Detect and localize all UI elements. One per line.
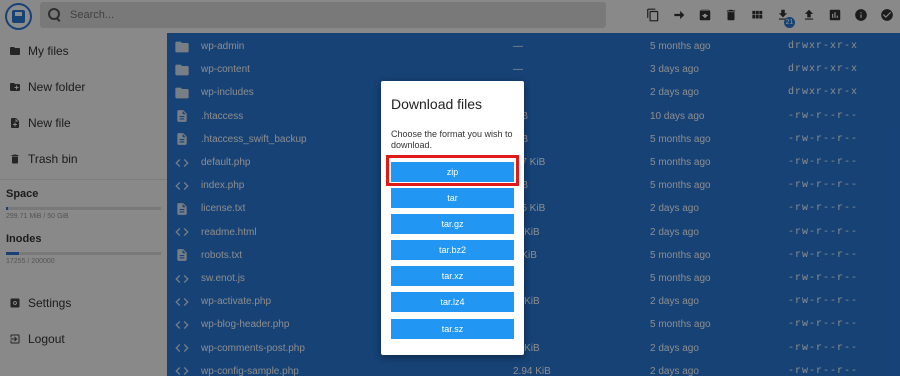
highlight-box: [386, 155, 519, 186]
dialog-description: Choose the format you wish to download.: [391, 129, 513, 150]
format-button-tar-gz[interactable]: tar.gz: [391, 214, 514, 234]
format-button-tar-bz2[interactable]: tar.bz2: [391, 240, 514, 260]
download-dialog: Download files Choose the format you wis…: [381, 81, 524, 355]
format-button-tar-lz4[interactable]: tar.lz4: [391, 292, 514, 312]
format-button-tar-xz[interactable]: tar.xz: [391, 266, 514, 286]
format-button-tar-sz[interactable]: tar.sz: [391, 319, 514, 339]
dialog-title: Download files: [391, 96, 483, 112]
format-button-tar[interactable]: tar: [391, 188, 514, 208]
